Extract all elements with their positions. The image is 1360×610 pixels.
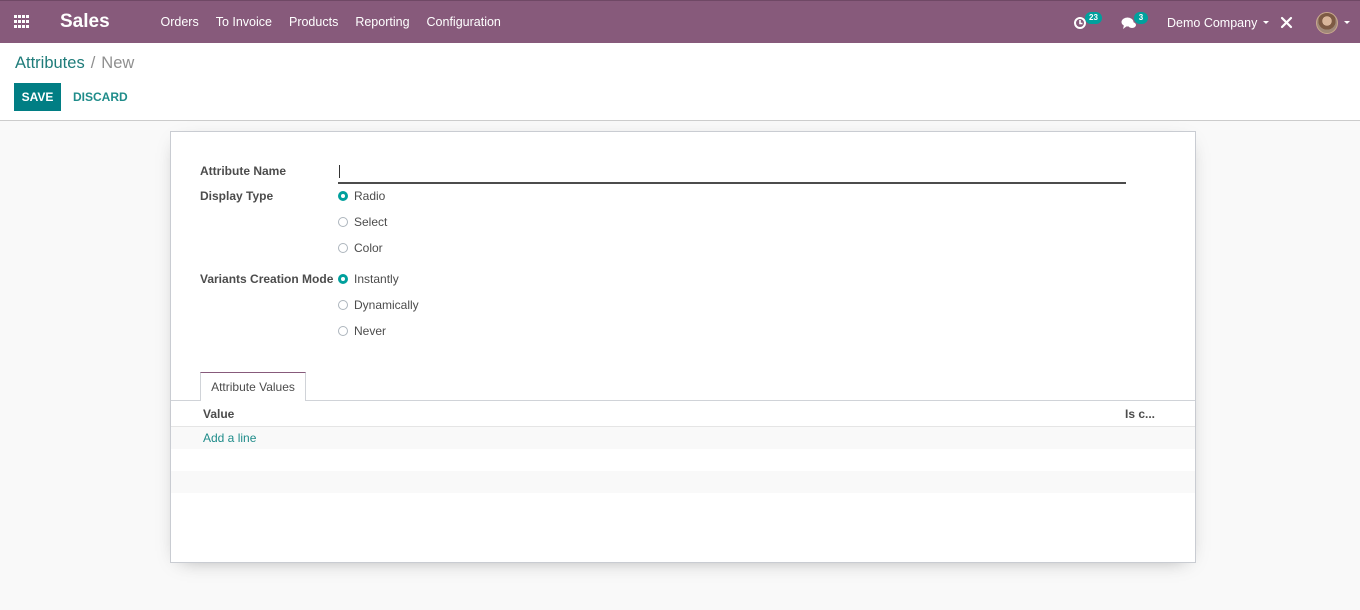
radio-checked-icon <box>338 191 348 201</box>
breadcrumb-current: New <box>101 54 135 72</box>
radio-checked-icon <box>338 274 348 284</box>
debug-menu[interactable] <box>1280 1 1293 44</box>
control-panel: Attributes / New SAVE DISCARD <box>0 43 1360 121</box>
attribute-name-input[interactable] <box>338 162 1126 184</box>
apps-grid-icon[interactable] <box>14 15 30 29</box>
company-name: Demo Company <box>1167 15 1258 30</box>
menu-item-configuration[interactable]: Configuration <box>418 1 509 44</box>
variants-mode-radio-dynamically[interactable]: Dynamically <box>338 297 419 313</box>
tools-icon <box>1280 16 1293 29</box>
column-header-value[interactable]: Value <box>203 407 234 421</box>
top-navbar: Sales Orders To Invoice Products Reporti… <box>0 0 1360 43</box>
radio-label: Instantly <box>354 272 399 286</box>
display-type-radio-color[interactable]: Color <box>338 240 383 256</box>
form-sheet: Attribute Name Display Type Radio Select… <box>170 131 1196 563</box>
menu-item-products[interactable]: Products <box>280 1 346 44</box>
column-header-is-custom[interactable]: Is c... <box>1125 407 1155 421</box>
avatar <box>1316 11 1338 34</box>
text-cursor <box>339 165 340 178</box>
variants-creation-mode-label: Variants Creation Mode <box>200 272 334 286</box>
attribute-name-label: Attribute Name <box>200 164 287 178</box>
main-menu: Orders To Invoice Products Reporting Con… <box>152 1 509 44</box>
variants-mode-radio-never[interactable]: Never <box>338 323 386 339</box>
radio-label: Select <box>354 215 388 229</box>
menu-item-orders[interactable]: Orders <box>152 1 207 44</box>
discard-button[interactable]: DISCARD <box>66 83 135 111</box>
menu-item-to-invoice[interactable]: To Invoice <box>207 1 280 44</box>
display-type-radio-select[interactable]: Select <box>338 214 387 230</box>
messages-menu[interactable]: 3 <box>1121 1 1148 44</box>
user-menu[interactable] <box>1316 1 1350 44</box>
menu-item-reporting[interactable]: Reporting <box>347 1 418 44</box>
activity-menu[interactable]: 23 <box>1073 1 1102 44</box>
radio-label: Never <box>354 324 387 338</box>
radio-label: Radio <box>354 189 386 203</box>
app-name[interactable]: Sales <box>60 11 110 33</box>
breadcrumb-separator: / <box>90 54 96 72</box>
list-header: Value Is c... <box>171 401 1195 427</box>
activity-count-badge: 23 <box>1085 12 1102 24</box>
radio-unchecked-icon <box>338 326 348 336</box>
table-row <box>171 471 1195 493</box>
display-type-radio-radio[interactable]: Radio <box>338 188 385 204</box>
chevron-down-icon <box>1263 21 1270 24</box>
radio-unchecked-icon <box>338 300 348 310</box>
save-button[interactable]: SAVE <box>14 83 61 111</box>
tab-attribute-values[interactable]: Attribute Values <box>200 372 306 401</box>
breadcrumb: Attributes / New <box>15 54 134 73</box>
table-row <box>171 493 1195 515</box>
chevron-down-icon <box>1344 21 1350 24</box>
company-switcher[interactable]: Demo Company <box>1167 1 1270 44</box>
radio-label: Color <box>354 241 383 255</box>
table-row <box>171 449 1195 471</box>
radio-unchecked-icon <box>338 243 348 253</box>
radio-unchecked-icon <box>338 217 348 227</box>
variants-mode-radio-instantly[interactable]: Instantly <box>338 271 399 287</box>
add-line-row: Add a line <box>171 427 1195 449</box>
breadcrumb-attributes[interactable]: Attributes <box>15 54 85 72</box>
add-a-line-link[interactable]: Add a line <box>203 431 256 445</box>
display-type-label: Display Type <box>200 189 274 203</box>
radio-label: Dynamically <box>354 298 419 312</box>
messages-count-badge: 3 <box>1134 12 1148 24</box>
